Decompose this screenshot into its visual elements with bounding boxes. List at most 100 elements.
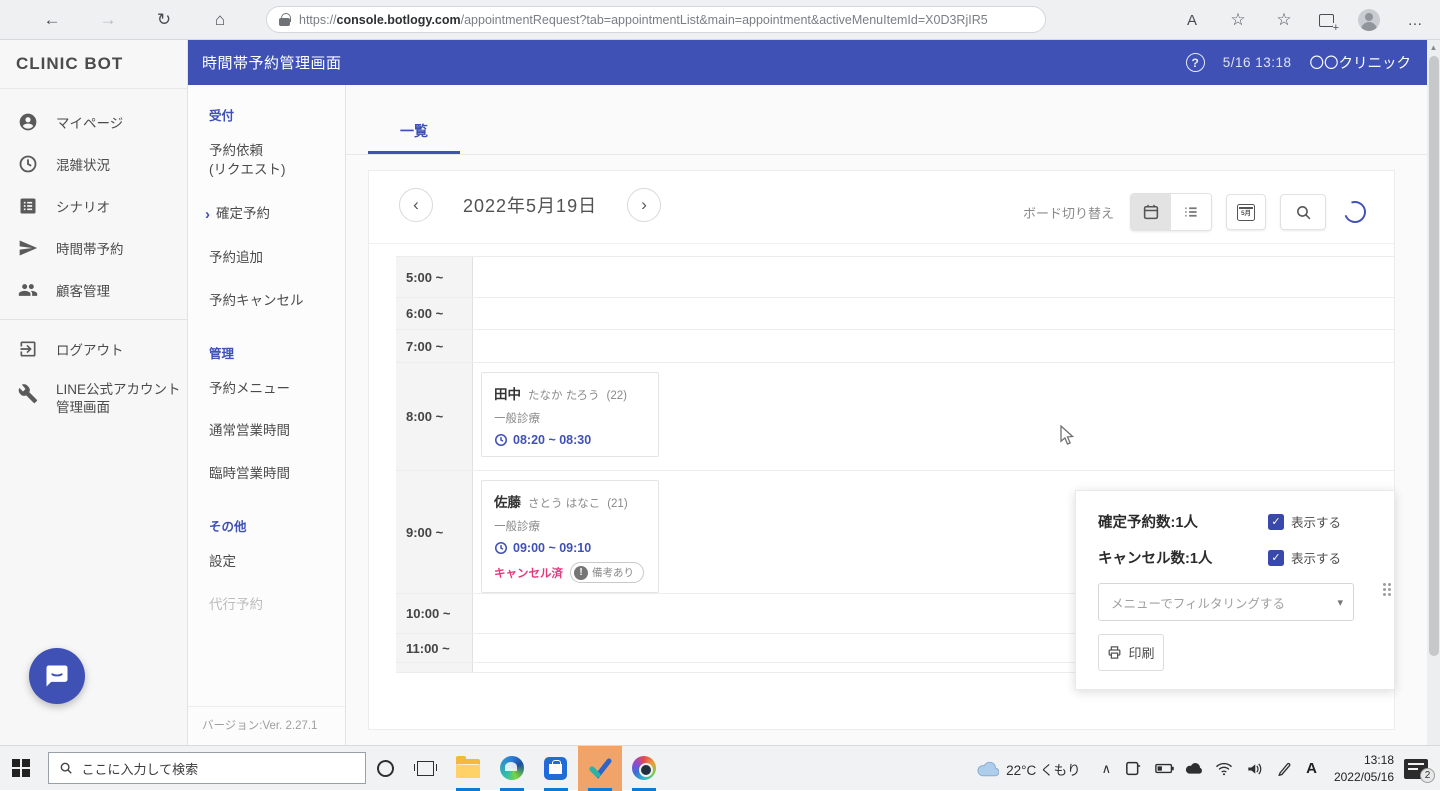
browser-forward-icon[interactable]: → (94, 6, 122, 34)
time-label: 9:00 ~ (396, 471, 473, 593)
volume-tray-icon[interactable] (1239, 746, 1269, 791)
url-text: https://console.botlogy.com/appointmentR… (299, 13, 988, 27)
time-label: 10:00 ~ (396, 594, 473, 633)
action-center-button[interactable]: 2 (1404, 759, 1428, 779)
sidebar-item-timeslot-booking[interactable]: 時間帯予約 (0, 227, 187, 269)
caret-down-icon: ▾ (1337, 596, 1343, 609)
sidebar-item-customer-management[interactable]: 顧客管理 (0, 269, 187, 311)
task-view-button[interactable] (406, 746, 446, 791)
sidebar-item-scenario[interactable]: シナリオ (0, 185, 187, 227)
slot-area[interactable]: 田中 たなか たろう (22) 一般診療 08:20 ~ 08:30 (473, 363, 1394, 470)
submenu-item-booking-menu[interactable]: 予約メニュー (188, 368, 345, 411)
schedule-row[interactable]: 5:00 ~ (396, 256, 1394, 298)
submenu-item-confirmed-booking[interactable]: › 確定予約 (188, 192, 345, 237)
scrollbar-up-icon[interactable]: ▲ (1427, 43, 1440, 52)
prev-day-button[interactable]: ‹ (399, 188, 433, 222)
browser-home-icon[interactable]: ⌂ (206, 6, 234, 34)
page-scrollbar[interactable]: ▲ (1427, 40, 1440, 745)
onedrive-tray-icon[interactable] (1179, 746, 1209, 791)
taskbar-media-app[interactable] (622, 746, 666, 791)
browser-refresh-icon[interactable]: ↻ (150, 6, 178, 34)
appointment-card-tanaka[interactable]: 田中 たなか たろう (22) 一般診療 08:20 ~ 08:30 (481, 372, 659, 457)
submenu-item-settings[interactable]: 設定 (188, 541, 345, 584)
schedule-row[interactable]: 7:00 ~ (396, 330, 1394, 363)
submenu-item-cancel-booking[interactable]: 予約キャンセル (188, 280, 345, 323)
time-label: 11:00 ~ (396, 634, 473, 662)
address-bar[interactable]: https://console.botlogy.com/appointmentR… (266, 6, 1046, 33)
sidebar: CLINIC BOT マイページ 混雑状況 シナリオ 時間帯予約 顧客管理 (0, 40, 188, 745)
sidebar-divider (0, 319, 187, 320)
browser-back-icon[interactable]: ← (38, 6, 66, 34)
taskbar-active-app[interactable] (578, 746, 622, 791)
brand-title: CLINIC BOT (0, 40, 187, 89)
wifi-tray-icon[interactable] (1209, 746, 1239, 791)
schedule-row[interactable]: 8:00 ~ 田中 たなか たろう (22) 一般診療 08:20 ~ (396, 363, 1394, 471)
print-button[interactable]: 印刷 (1098, 634, 1164, 671)
taskbar-edge[interactable] (490, 746, 534, 791)
browser-menu-icon[interactable]: … (1404, 9, 1426, 31)
clinic-name: 〇〇クリニック (1310, 52, 1412, 73)
slot-area[interactable] (473, 298, 1394, 329)
list-icon (1182, 203, 1200, 221)
battery-tray-icon[interactable] (1149, 746, 1179, 791)
read-aloud-icon[interactable]: A (1181, 9, 1203, 31)
list-view-button[interactable] (1171, 194, 1211, 230)
slot-area[interactable] (473, 257, 1394, 297)
submenu: 受付 予約依頼 (リクエスト) › 確定予約 予約追加 予約キャンセル 管理 予… (188, 85, 346, 745)
tab-bar: 一覧 (346, 85, 1427, 155)
confirmed-count-label: 確定予約数:1人 (1098, 511, 1198, 532)
cancelled-status-label: キャンセル済 (494, 565, 563, 581)
pen-tray-icon[interactable] (1269, 746, 1299, 791)
appointment-card-sato[interactable]: 佐藤 さとう はなこ (21) 一般診療 09:00 ~ 09:10 キャンセル… (481, 480, 659, 593)
tab-list[interactable]: 一覧 (368, 110, 460, 154)
submenu-section-management: 管理 (188, 323, 345, 368)
board-switch-label: ボード切り替え (1023, 203, 1114, 222)
calendar-view-button[interactable] (1131, 194, 1171, 230)
submenu-item-booking-request[interactable]: 予約依頼 (リクエスト) (188, 130, 345, 192)
taskbar-search-input[interactable]: ここに入力して検索 (48, 752, 366, 784)
windows-taskbar: ここに入力して検索 22°C くもり ∧ (0, 745, 1440, 790)
scrollbar-thumb[interactable] (1429, 56, 1439, 656)
taskbar-clock[interactable]: 13:18 2022/05/16 (1324, 752, 1404, 784)
show-confirmed-checkbox[interactable]: ✓ (1268, 514, 1284, 530)
chat-fab-button[interactable] (29, 648, 85, 704)
lock-icon (279, 13, 290, 26)
next-day-button[interactable]: › (627, 188, 661, 222)
schedule-row[interactable]: 6:00 ~ (396, 298, 1394, 330)
month-view-button[interactable]: 5月 (1226, 194, 1266, 230)
patient-age: (21) (607, 498, 627, 510)
view-toggle-group (1130, 193, 1212, 231)
appointment-menu: 一般診療 (494, 410, 648, 426)
ime-indicator[interactable]: A (1299, 746, 1324, 791)
collections-icon[interactable] (1319, 14, 1334, 27)
start-button[interactable] (12, 759, 30, 777)
panel-drag-handle-icon[interactable] (1383, 583, 1391, 596)
favorites-icon[interactable]: ☆ (1227, 9, 1249, 31)
taskbar-store-app[interactable] (534, 746, 578, 791)
cortana-button[interactable] (366, 746, 406, 791)
taskbar-weather[interactable]: 22°C くもり (970, 746, 1094, 791)
search-button[interactable] (1280, 194, 1326, 230)
help-icon[interactable]: ? (1186, 53, 1205, 72)
time-label: 7:00 ~ (396, 330, 473, 362)
sidebar-item-mypage[interactable]: マイページ (0, 101, 187, 143)
show-hidden-icons-button[interactable]: ∧ (1095, 746, 1119, 791)
submenu-item-add-booking[interactable]: 予約追加 (188, 237, 345, 280)
submenu-item-regular-hours[interactable]: 通常営業時間 (188, 410, 345, 453)
time-label: 8:00 ~ (396, 363, 473, 470)
taskbar-file-explorer[interactable] (446, 746, 490, 791)
edge-browser-icon (500, 756, 524, 780)
slot-area[interactable] (473, 330, 1394, 362)
browser-profile-avatar[interactable] (1358, 9, 1380, 31)
menu-filter-select[interactable]: メニューでフィルタリングする ▾ (1098, 583, 1354, 621)
sidebar-item-logout[interactable]: ログアウト (0, 328, 187, 370)
submenu-item-temporary-hours[interactable]: 臨時営業時間 (188, 453, 345, 496)
show-cancelled-checkbox[interactable]: ✓ (1268, 550, 1284, 566)
sidebar-item-congestion[interactable]: 混雑状況 (0, 143, 187, 185)
patient-name: 田中 (494, 383, 521, 403)
current-date-label: 2022年5月19日 (463, 192, 597, 218)
device-tray-icon[interactable] (1118, 746, 1149, 791)
appointment-menu: 一般診療 (494, 518, 648, 534)
sidebar-item-line-account[interactable]: LINE公式アカウント 管理画面 (0, 370, 187, 428)
collections-star-icon[interactable]: ☆ (1273, 9, 1295, 31)
